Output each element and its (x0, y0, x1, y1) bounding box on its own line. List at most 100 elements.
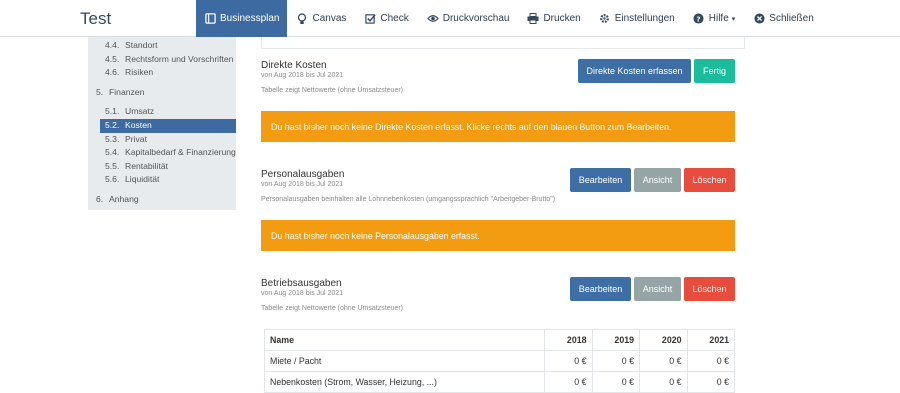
book-icon (204, 13, 216, 25)
app-title[interactable]: Test (80, 9, 111, 29)
sidebar-item-anhang[interactable]: 6. Anhang (88, 193, 236, 207)
previous-panel-edge (261, 37, 745, 49)
nav-businessplan[interactable]: Businessplan (196, 0, 288, 37)
sidebar-toc: 4.4. Standort 4.5. Rechtsform und Vorschri… (88, 37, 236, 210)
eye-icon (426, 13, 439, 25)
nav-hilfe[interactable]: ? Hilfe ▾ (684, 0, 745, 37)
nav-label: Schließen (769, 13, 814, 24)
column-header-2018: 2018 (544, 329, 593, 351)
sidebar-item-label: Finanzen (109, 86, 145, 97)
section-title-personalausgaben: Personalausgaben (261, 169, 345, 180)
sidebar-item-number: 5.2. (105, 119, 120, 130)
nav-check[interactable]: Check (355, 0, 417, 37)
section-note: Tabelle zeigt Nettowerte (ohne Umsatzste… (261, 87, 404, 94)
nav-canvas[interactable]: Canvas (287, 0, 355, 37)
sidebar-item-number: 4.6. (105, 67, 120, 78)
column-header-2020: 2020 (639, 329, 688, 351)
table-cell-value: 0 € (544, 350, 593, 372)
personal-ansicht-button[interactable]: Ansicht (634, 168, 681, 192)
sidebar-item-label: Risiken (125, 67, 154, 78)
table-cell-value: 0 € (591, 350, 640, 372)
column-header-2021: 2021 (686, 329, 735, 351)
chevron-down-icon: ▾ (731, 15, 736, 23)
sidebar-item-number: 6. (96, 193, 104, 204)
sidebar-item-label: Kosten (125, 119, 152, 130)
nav-drucken[interactable]: Drucken (518, 0, 589, 37)
gear-icon (599, 13, 611, 25)
nav-einstellungen[interactable]: Einstellungen (590, 0, 684, 37)
section-range: von Aug 2018 bis Jul 2021 (261, 290, 344, 297)
betrieb-loeschen-button[interactable]: Löschen (684, 277, 735, 301)
sidebar-item-privat[interactable]: 5.3. Privat (88, 133, 236, 147)
section-range: von Aug 2018 bis Jul 2021 (261, 72, 344, 79)
sidebar-item-label: Kapitalbedarf & Finanzierung (125, 147, 236, 158)
column-header-name: Name (264, 329, 545, 351)
nav-label: Canvas (312, 13, 347, 24)
table-cell-value: 0 € (591, 371, 640, 393)
sidebar-item-kosten[interactable]: 5.2. Kosten (100, 118, 236, 133)
betrieb-ansicht-button[interactable]: Ansicht (634, 277, 681, 301)
sidebar-item-label: Umsatz (125, 106, 155, 117)
sidebar-item-standort[interactable]: 4.4. Standort (88, 39, 236, 53)
printer-icon (527, 13, 539, 25)
section-note: Personalausgaben beinhalten alle Lohnneb… (261, 196, 556, 203)
svg-text:?: ? (697, 14, 701, 23)
question-circle-icon: ? (693, 13, 705, 25)
nav-schliessen[interactable]: Schließen (744, 0, 822, 37)
sidebar-item-label: Standort (125, 40, 158, 50)
sidebar-item-number: 4.5. (105, 53, 120, 64)
section-title-betriebsausgaben: Betriebsausgaben (261, 278, 342, 289)
sidebar-item-label: Privat (125, 133, 147, 144)
nav-label: Druckvorschau (442, 13, 510, 24)
table-cell-value: 0 € (686, 371, 735, 393)
close-circle-icon (753, 13, 765, 25)
direkte-kosten-erfassen-button[interactable]: Direkte Kosten erfassen (578, 59, 691, 83)
sidebar-item-rentabilitaet[interactable]: 5.5. Rentabilität (88, 160, 236, 174)
sidebar-item-number: 5.3. (105, 133, 120, 144)
section-title-direkte-kosten: Direkte Kosten (261, 60, 327, 71)
table-cell-value: 0 € (686, 350, 735, 372)
sidebar-item-label: Liquidität (125, 174, 160, 185)
table-header-row: Name 2018 2019 2020 2021 (264, 329, 735, 351)
nav-druckvorschau[interactable]: Druckvorschau (418, 0, 519, 37)
sidebar-item-number: 5.1. (105, 106, 120, 117)
table-cell-name: Miete / Pacht (264, 350, 545, 372)
betriebsausgaben-table: Name 2018 2019 2020 2021 Miete / Pacht 0… (264, 329, 735, 393)
sidebar-item-umsatz[interactable]: 5.1. Umsatz (88, 105, 236, 119)
sidebar-item-number: 5.5. (105, 160, 120, 171)
personal-loeschen-button[interactable]: Löschen (684, 168, 735, 192)
nav-label: Check (380, 13, 409, 24)
lightbulb-icon (296, 12, 308, 25)
main-content: Direkte Kosten von Aug 2018 bis Jul 2021… (261, 37, 745, 393)
sidebar-item-number: 5.4. (105, 147, 120, 158)
betrieb-bearbeiten-button[interactable]: Bearbeiten (570, 277, 631, 301)
sidebar-item-finanzen[interactable]: 5. Finanzen (88, 86, 236, 100)
personal-bearbeiten-button[interactable]: Bearbeiten (570, 168, 631, 192)
sidebar-item-risiken[interactable]: 4.6. Risiken (88, 66, 236, 80)
nav-label: Hilfe (708, 13, 729, 24)
sidebar-item-label: Rentabilität (125, 160, 168, 171)
personalausgaben-alert: Du hast bisher noch keine Personalausgab… (261, 220, 735, 251)
table-cell-name: Nebenkosten (Strom, Wasser, Heizung, ...… (264, 371, 545, 393)
sidebar-item-number: 5.6. (105, 174, 120, 185)
table-cell-value: 0 € (544, 371, 593, 393)
main-nav: Businessplan Canvas Check Druckvorschau … (196, 0, 823, 37)
sidebar-item-rechtsform[interactable]: 4.5. Rechtsform und Vorschriften (88, 53, 236, 67)
section-note: Tabelle zeigt Nettowerte (ohne Umsatzste… (261, 305, 404, 312)
section-range: von Aug 2018 bis Jul 2021 (261, 181, 344, 188)
checkbox-icon (364, 13, 376, 25)
sidebar-item-number: 5. (96, 86, 104, 97)
nav-label: Businessplan (220, 13, 280, 24)
table-cell-value: 0 € (639, 350, 688, 372)
table-row: Miete / Pacht 0 € 0 € 0 € 0 € (264, 350, 735, 372)
sidebar-item-kapitalbedarf[interactable]: 5.4. Kapitalbedarf & Finanzierung (88, 146, 236, 160)
top-navbar: Test Businessplan Canvas Check Druckvors… (0, 0, 900, 37)
sidebar-item-number: 4.4. (105, 40, 120, 50)
sidebar-item-liquiditaet[interactable]: 5.6. Liquidität (88, 173, 236, 187)
table-cell-value: 0 € (639, 371, 688, 393)
sidebar-item-label: Anhang (109, 193, 139, 204)
sidebar-item-label: Rechtsform und Vorschriften (125, 53, 234, 64)
nav-label: Einstellungen (614, 13, 675, 24)
fertig-button[interactable]: Fertig (694, 59, 735, 83)
nav-label: Drucken (543, 13, 581, 24)
